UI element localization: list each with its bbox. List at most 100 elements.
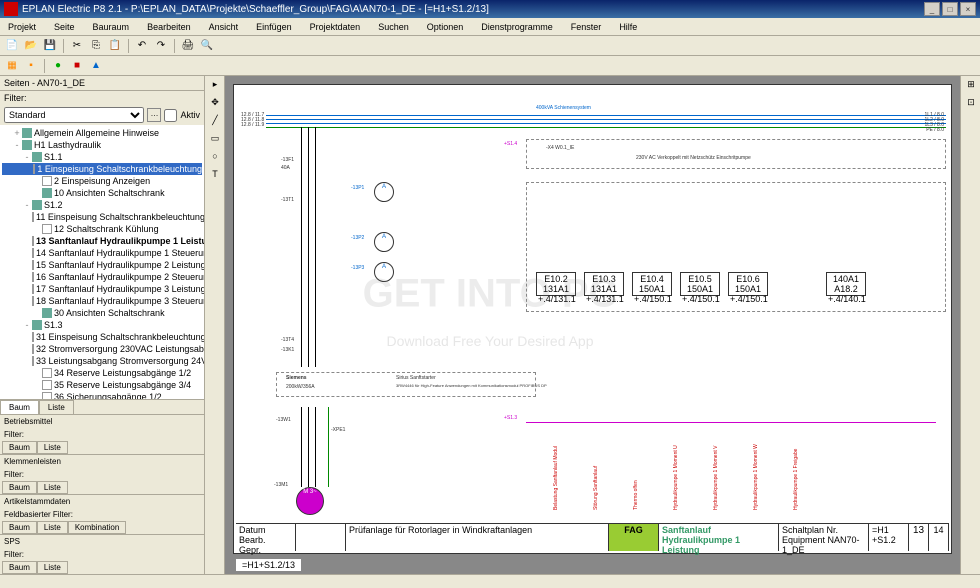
vertical-toolbar-right: ⊞ ⊡ [960,76,980,574]
page-tree[interactable]: +Allgemein Allgemeine Hinweise-H1 Lasthy… [0,125,204,399]
tb-undo-icon[interactable]: ↶ [134,38,150,54]
device-box: E10.6150A1+.4/150.1 [728,272,768,296]
tree-item[interactable]: 15 Sanftanlauf Hydraulikpumpe 2 Leistung [2,259,202,271]
vtb-move-icon[interactable]: ✥ [207,96,223,112]
signal-label: Hydraulikpumpe 1 Freigabe [793,449,799,510]
tb-grid-icon[interactable]: ▦ [4,58,20,74]
comp-13f1-val: 40A [281,165,290,171]
tab-liste[interactable]: Liste [39,400,74,414]
bp-tab[interactable]: Kombination [68,521,126,534]
tree-item[interactable]: 17 Sanftanlauf Hydraulikpumpe 3 Leistung [2,283,202,295]
tree-item[interactable]: 10 Ansichten Schaltschrank [2,187,202,199]
filter-select[interactable]: Standard [4,107,144,123]
tb-copy-icon[interactable]: ⎘ [88,38,104,54]
menu-suchen[interactable]: Suchen [374,20,413,34]
main-area: Seiten - AN70-1_DE Filter: Standard … Ak… [0,76,980,574]
menu-fenster[interactable]: Fenster [567,20,606,34]
tree-item[interactable]: -H1 Lasthydraulik [2,139,202,151]
page-title-block: Sanftanlauf Hydraulikpumpe 1 Leistung [659,524,779,551]
tree-item[interactable]: 36 Sicherungsabgänge 1/2 [2,391,202,399]
signal-label: Hydraulikpumpe 1 Moment U [673,445,679,510]
tree-item[interactable]: -S1.1 [2,151,202,163]
bp-tab[interactable]: Liste [37,521,68,534]
filter-config-button[interactable]: … [147,108,161,122]
menu-bauraum[interactable]: Bauraum [89,20,134,34]
vtb-rect-icon[interactable]: ▭ [207,132,223,148]
menu-dienstprogramme[interactable]: Dienstprogramme [477,20,557,34]
menu-seite[interactable]: Seite [50,20,79,34]
tree-item[interactable]: 13 Sanftanlauf Hydraulikpumpe 1 Leistung [2,235,202,247]
bp-tab[interactable]: Baum [2,561,37,574]
comp-13p2: A [374,232,394,252]
signal-label: Störung Sanftanlauf [593,466,599,510]
tree-item[interactable]: 31 Einspeisung Schaltschrankbeleuchtung … [2,331,202,343]
next-page: 14 [929,524,949,551]
tree-item[interactable]: 16 Sanftanlauf Hydraulikpumpe 2 Steuerun… [2,271,202,283]
tree-item[interactable]: 11 Einspeisung Schaltschrankbeleuchtung … [2,211,202,223]
vtb-text-icon[interactable]: T [207,168,223,184]
tree-item[interactable]: 14 Sanftanlauf Hydraulikpumpe 1 Steuerun… [2,247,202,259]
close-button[interactable]: × [960,2,976,16]
vtb-select-icon[interactable]: ▸ [207,78,223,94]
device-box: E10.2131A1+.4/131.1 [536,272,576,296]
tb-square-icon[interactable]: ■ [69,58,85,74]
bottom-panel: SPSFilter:BaumListe [0,534,204,574]
tree-item[interactable]: +Allgemein Allgemeine Hinweise [2,127,202,139]
tb-circle-icon[interactable]: ● [50,58,66,74]
tree-item[interactable]: -S1.2 [2,199,202,211]
tree-item[interactable]: 2 Einspeisung Anzeigen [2,175,202,187]
tab-baum[interactable]: Baum [0,400,39,414]
status-bar [0,574,980,588]
drawing-canvas[interactable]: 400kVA Schienensystem 12.8 / 11.7 12.8 /… [225,76,960,574]
comp-13w1: -13W1 [276,417,291,423]
company-logo: FAG [609,524,659,551]
tree-item[interactable]: 32 Stromversorgung 230VAC Leistungsabgan… [2,343,202,355]
signal-label: Hydraulikpumpe 1 Moment V [713,446,719,510]
menu-bearbeiten[interactable]: Bearbeiten [143,20,195,34]
tree-item[interactable]: 18 Sanftanlauf Hydraulikpumpe 3 Steuerun… [2,295,202,307]
comp-xpe1: -XPE1 [331,427,345,433]
bp-tab[interactable]: Liste [37,481,68,494]
tb-paste-icon[interactable]: 📋 [107,38,123,54]
tree-item[interactable]: 33 Leistungsabgang Stromversorgung 24VDC… [2,355,202,367]
toolbar-1: 📄 📂 💾 ✂ ⎘ 📋 ↶ ↷ 🖨 🔍 [0,36,980,56]
vtb-circle-icon[interactable]: ○ [207,150,223,166]
menu-hilfe[interactable]: Hilfe [615,20,641,34]
tree-item[interactable]: -S1.3 [2,319,202,331]
menu-einfügen[interactable]: Einfügen [252,20,296,34]
tb-cut-icon[interactable]: ✂ [69,38,85,54]
bp-tab[interactable]: Liste [37,441,68,454]
bp-tab[interactable]: Liste [37,561,68,574]
vtb-r1-icon[interactable]: ⊞ [963,78,979,94]
bp-tab[interactable]: Baum [2,481,37,494]
tree-item[interactable]: 12 Schaltschrank Kühlung [2,223,202,235]
bp-tab[interactable]: Baum [2,521,37,534]
page-tab[interactable]: =H1+S1.2/13 [235,558,302,572]
filter-active-checkbox[interactable] [164,109,177,122]
tb-tri-icon[interactable]: ▲ [88,58,104,74]
window-title: EPLAN Electric P8 2.1 - P:\EPLAN_DATA\Pr… [22,4,924,15]
minimize-button[interactable]: _ [924,2,940,16]
menu-ansicht[interactable]: Ansicht [205,20,243,34]
tb-new-icon[interactable]: 📄 [4,38,20,54]
tb-save-icon[interactable]: 💾 [42,38,58,54]
menu-projektdaten[interactable]: Projektdaten [306,20,365,34]
tree-item[interactable]: 30 Ansichten Schaltschrank [2,307,202,319]
tb-open-icon[interactable]: 📂 [23,38,39,54]
tb-zoom-icon[interactable]: 🔍 [199,38,215,54]
tb-redo-icon[interactable]: ↷ [153,38,169,54]
tree-item[interactable]: 34 Reserve Leistungsabgänge 1/2 [2,367,202,379]
vtb-line-icon[interactable]: ╱ [207,114,223,130]
tree-view-tabs: Baum Liste [0,399,204,414]
bp-tab[interactable]: Baum [2,441,37,454]
maximize-button[interactable]: □ [942,2,958,16]
tree-item[interactable]: 1 Einspeisung Schaltschrankbeleuchtung [2,163,202,175]
vtb-r2-icon[interactable]: ⊡ [963,96,979,112]
tb-snap-icon[interactable]: ▪ [23,58,39,74]
menu-projekt[interactable]: Projekt [4,20,40,34]
tb-print-icon[interactable]: 🖨 [180,38,196,54]
tree-item[interactable]: 35 Reserve Leistungsabgänge 3/4 [2,379,202,391]
comp-13p3: A [374,262,394,282]
menu-optionen[interactable]: Optionen [423,20,468,34]
comp-13t4: -13T4 [281,337,294,343]
